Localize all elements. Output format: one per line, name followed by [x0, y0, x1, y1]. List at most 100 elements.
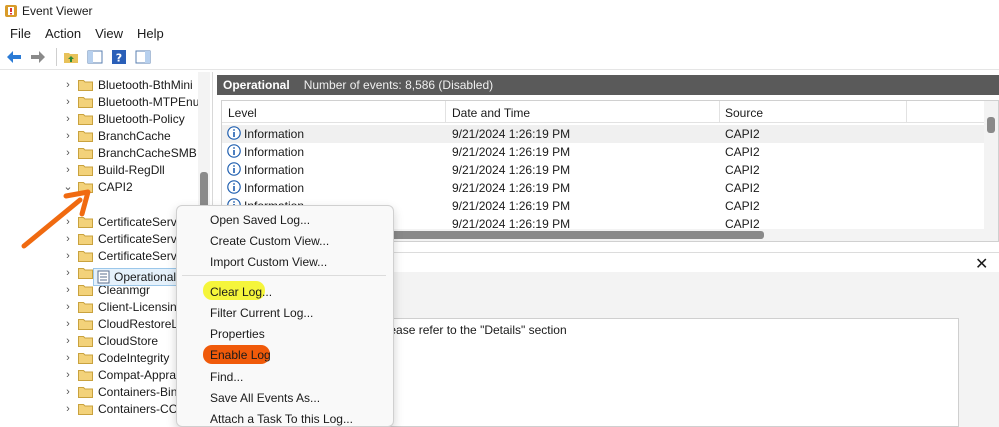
menu-item-label: Clear Log... [210, 285, 273, 299]
folder-icon [78, 79, 93, 91]
menu-item-enable-log[interactable]: Enable Log [180, 345, 388, 365]
tree-item-operational[interactable]: Operational [93, 268, 181, 286]
tree-item[interactable]: › CloudStore [0, 332, 195, 349]
tree-item-label: Build-RegDll [98, 162, 165, 177]
tree-item[interactable]: › Compat-Apprai [0, 366, 195, 383]
log-header: Operational Number of events: 8,586 (Dis… [217, 75, 999, 95]
chevron-right-icon[interactable]: › [63, 79, 73, 91]
folder-icon [78, 96, 93, 108]
column-divider[interactable] [719, 101, 720, 123]
tree-item[interactable]: › Containers-CCG [0, 400, 195, 417]
menu-item-clear-log[interactable]: Clear Log... [180, 282, 388, 302]
tree-item-label: Compat-Apprai [98, 367, 179, 382]
tree-item-label: BranchCacheSMB [98, 145, 197, 160]
log-title: Operational [223, 78, 290, 92]
table-row[interactable]: Information 9/21/2024 1:26:19 PM CAPI2 [222, 143, 984, 161]
information-icon [227, 144, 241, 158]
tree-item[interactable]: › Build-RegDll [0, 161, 195, 178]
menu-view[interactable]: View [89, 26, 129, 41]
chevron-right-icon[interactable]: › [63, 352, 73, 364]
cell-date-and-time: 9/21/2024 1:26:19 PM [452, 163, 571, 177]
menu-item-attach-task-to-log[interactable]: Attach a Task To this Log... [180, 409, 388, 427]
grid-header: Level Date and Time Source [222, 101, 998, 123]
chevron-right-icon[interactable]: › [63, 318, 73, 330]
tree-item-label: Bluetooth-Policy [98, 111, 185, 126]
tree-item-label: CloudStore [98, 333, 159, 348]
menu-item-properties[interactable]: Properties [180, 324, 388, 344]
tree-item[interactable]: › Client-Licensing [0, 298, 195, 315]
table-row[interactable]: Information 9/21/2024 1:26:19 PM CAPI2 [222, 161, 984, 179]
chevron-right-icon[interactable]: › [63, 96, 73, 108]
column-divider[interactable] [906, 101, 907, 123]
cell-source: CAPI2 [725, 181, 760, 195]
information-icon [227, 162, 241, 176]
menu-item-import-custom-view[interactable]: Import Custom View... [180, 252, 388, 272]
column-date-and-time[interactable]: Date and Time [452, 106, 530, 120]
chevron-right-icon[interactable]: › [63, 335, 73, 347]
column-level[interactable]: Level [228, 106, 257, 120]
tree-item-label: CertificateServic [98, 248, 186, 263]
menu-item-label: Create Custom View... [210, 234, 330, 248]
chevron-right-icon[interactable]: › [63, 147, 73, 159]
folder-icon [78, 267, 93, 279]
log-icon [97, 270, 110, 284]
cell-date-and-time: 9/21/2024 1:26:19 PM [452, 199, 571, 213]
menu-item-label: Save All Events As... [210, 391, 321, 405]
menu-file[interactable]: File [4, 26, 37, 41]
cell-level: Information [244, 163, 305, 177]
chevron-right-icon[interactable]: › [63, 164, 73, 176]
show-hide-tree-icon [87, 50, 103, 63]
show-hide-tree-button[interactable] [85, 47, 105, 67]
show-hide-action-pane-icon [135, 50, 151, 63]
tree-item-label: CertificateServic [98, 231, 186, 246]
cell-date-and-time: 9/21/2024 1:26:19 PM [452, 145, 571, 159]
table-row[interactable]: Information 9/21/2024 1:26:19 PM CAPI2 [222, 179, 984, 197]
menu-item-save-all-events-as[interactable]: Save All Events As... [180, 388, 388, 408]
tree-item-label: CertificateServic [98, 214, 186, 229]
chevron-right-icon[interactable]: › [63, 130, 73, 142]
tree-item[interactable]: › Bluetooth-MTPEnum [0, 93, 209, 110]
chevron-right-icon[interactable]: › [63, 301, 73, 313]
forward-button[interactable] [28, 47, 48, 67]
tree-item[interactable]: › Bluetooth-Policy [0, 110, 195, 127]
table-row[interactable]: Information 9/21/2024 1:26:19 PM CAPI2 [222, 125, 984, 143]
menu-help[interactable]: Help [131, 26, 170, 41]
cell-source: CAPI2 [725, 199, 760, 213]
chevron-right-icon[interactable]: › [63, 267, 73, 279]
column-source[interactable]: Source [725, 106, 763, 120]
chevron-right-icon[interactable]: › [63, 403, 73, 415]
chevron-right-icon[interactable]: › [63, 113, 73, 125]
tree-item[interactable]: › CodeIntegrity [0, 349, 195, 366]
tree-item[interactable]: › BranchCacheSMB [0, 144, 197, 161]
help-button[interactable]: ? [109, 47, 129, 67]
menu-item-label: Properties [210, 327, 265, 341]
grid-vertical-scrollbar-thumb[interactable] [987, 117, 995, 133]
tree-item[interactable]: › BranchCache [0, 127, 195, 144]
menu-item-find[interactable]: Find... [180, 367, 388, 387]
information-icon [227, 180, 241, 194]
tree-item[interactable]: › CloudRestoreLa [0, 315, 195, 332]
chevron-right-icon[interactable]: › [63, 369, 73, 381]
information-icon [227, 126, 241, 140]
menu-action[interactable]: Action [39, 26, 87, 41]
chevron-right-icon[interactable]: › [63, 284, 73, 296]
menu-item-label: Enable Log [210, 348, 271, 362]
window-title: Event Viewer [22, 4, 93, 18]
show-hide-action-pane-button[interactable] [133, 47, 153, 67]
folder-icon [78, 369, 93, 381]
folder-icon [78, 284, 93, 296]
back-button[interactable] [4, 47, 24, 67]
tree-item-label: BranchCache [98, 128, 171, 143]
tree-item-label: CAPI2 [98, 179, 133, 194]
menu-item-filter-current-log[interactable]: Filter Current Log... [180, 303, 388, 323]
close-detail-icon[interactable]: ✕ [975, 254, 988, 274]
menu-item-create-custom-view[interactable]: Create Custom View... [180, 231, 388, 251]
chevron-right-icon[interactable]: › [63, 386, 73, 398]
up-one-level-button[interactable] [61, 47, 81, 67]
tree-item[interactable]: › Containers-Binc [0, 383, 195, 400]
tree-item[interactable]: › Bluetooth-BthMini [0, 76, 195, 93]
cell-level: Information [244, 181, 305, 195]
menu-item-open-saved-log[interactable]: Open Saved Log... [180, 210, 388, 230]
tree-item-label: Bluetooth-MTPEnum [98, 94, 210, 109]
column-divider[interactable] [445, 101, 446, 123]
